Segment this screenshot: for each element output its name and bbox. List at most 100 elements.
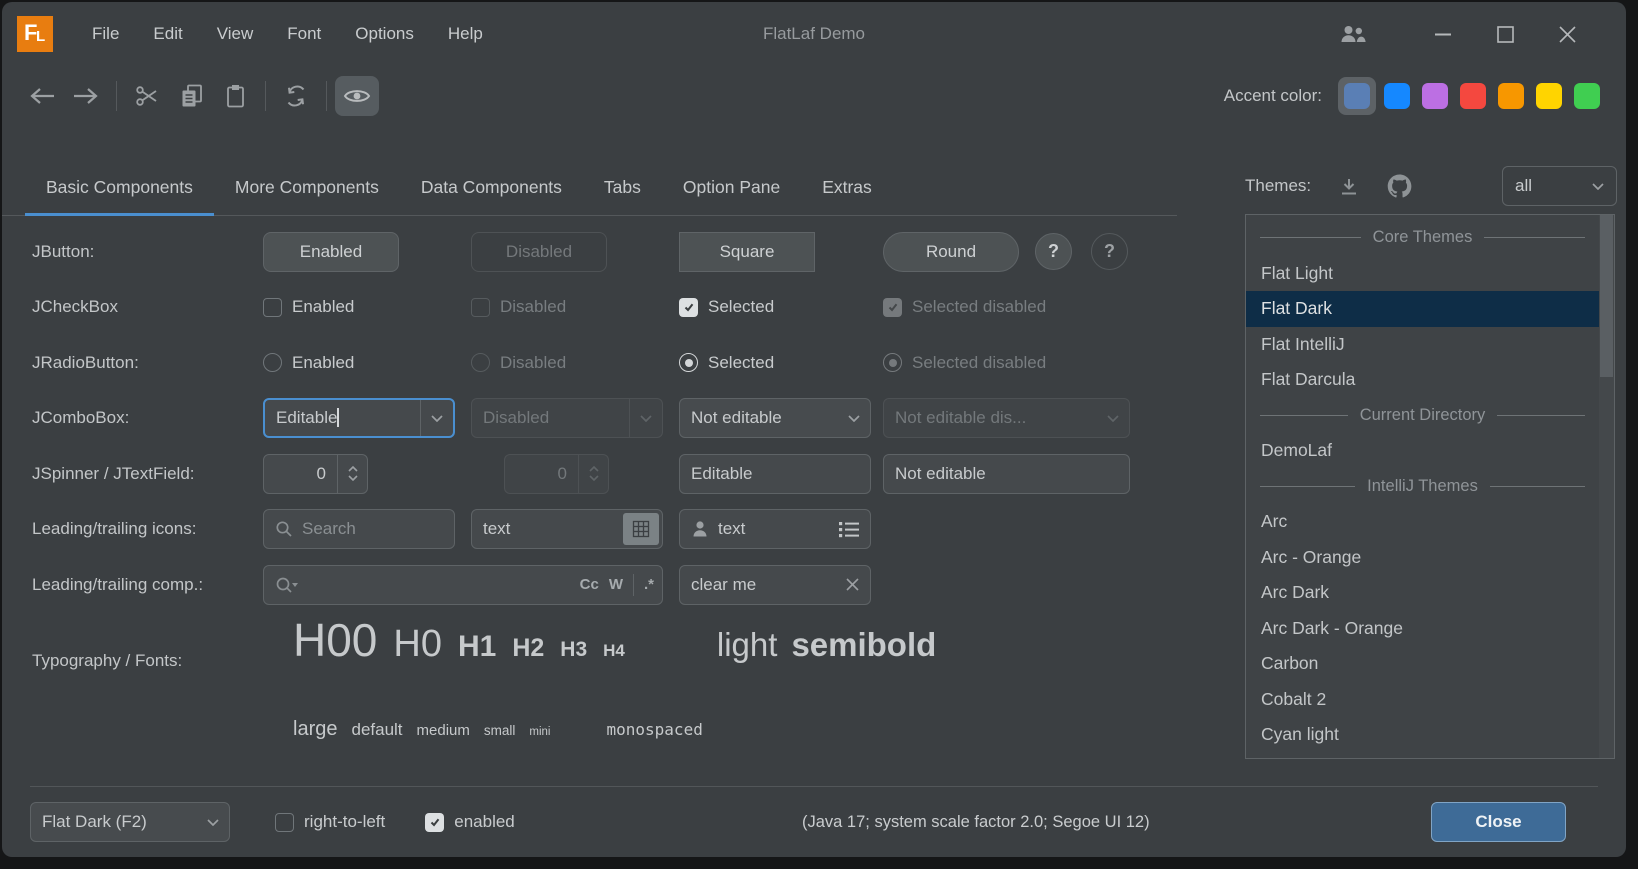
theme-item-arc-dark-orange[interactable]: Arc Dark - Orange bbox=[1246, 611, 1599, 647]
refresh-icon[interactable] bbox=[274, 76, 318, 116]
accent-swatch[interactable] bbox=[1422, 83, 1448, 109]
help-button-2[interactable]: ? bbox=[1091, 233, 1128, 270]
spinner-arrows[interactable] bbox=[337, 455, 367, 493]
forward-icon[interactable] bbox=[64, 76, 108, 116]
accent-swatch[interactable] bbox=[1574, 83, 1600, 109]
chevron-down-icon[interactable] bbox=[837, 399, 870, 437]
accent-swatch[interactable] bbox=[1498, 83, 1524, 109]
theme-item-demolaf[interactable]: DemoLaf bbox=[1246, 433, 1599, 469]
tab-extras[interactable]: Extras bbox=[801, 160, 893, 215]
accent-swatch[interactable] bbox=[1536, 83, 1562, 109]
textfield-editable[interactable]: Editable bbox=[679, 454, 871, 494]
copy-icon[interactable] bbox=[169, 76, 213, 116]
help-button[interactable]: ? bbox=[1035, 233, 1072, 270]
theme-item-flat-dark[interactable]: Flat Dark bbox=[1246, 291, 1599, 327]
right-to-left-checkbox[interactable] bbox=[275, 813, 294, 832]
scrollbar-thumb[interactable] bbox=[1600, 215, 1613, 377]
download-icon[interactable] bbox=[1339, 177, 1359, 196]
app-window: FL File Edit View Font Options Help Flat… bbox=[2, 2, 1626, 857]
search-input-advanced[interactable]: Cc W .* bbox=[263, 565, 663, 605]
menu-help[interactable]: Help bbox=[431, 16, 500, 52]
spinner[interactable]: 0 bbox=[263, 454, 368, 494]
checkbox-selected-disabled bbox=[883, 298, 902, 317]
list-icon[interactable] bbox=[839, 521, 859, 538]
accent-color-picker: Accent color: bbox=[1224, 66, 1606, 126]
regex-button[interactable]: .* bbox=[644, 576, 654, 593]
clear-icon[interactable] bbox=[846, 578, 859, 591]
accent-swatch[interactable] bbox=[1460, 83, 1486, 109]
disabled-button: Disabled bbox=[471, 232, 607, 272]
menu-font[interactable]: Font bbox=[270, 16, 338, 52]
square-button[interactable]: Square bbox=[679, 232, 815, 272]
radio-selected[interactable] bbox=[679, 353, 698, 372]
accent-swatch[interactable] bbox=[1344, 83, 1370, 109]
theme-item-flat-darcula[interactable]: Flat Darcula bbox=[1246, 362, 1599, 398]
search-input[interactable]: Search bbox=[263, 509, 455, 549]
enabled-checkbox[interactable] bbox=[425, 813, 444, 832]
combobox-editable[interactable]: Editable bbox=[263, 398, 455, 438]
basic-components-panel: JButton: Enabled Disabled Square Round ?… bbox=[2, 216, 1192, 755]
radio-enabled[interactable] bbox=[263, 353, 282, 372]
tab-data-components[interactable]: Data Components bbox=[400, 160, 583, 215]
theme-item-carbon[interactable]: Carbon bbox=[1246, 646, 1599, 682]
close-button[interactable]: Close bbox=[1431, 802, 1566, 842]
theme-item-cyan-light[interactable]: Cyan light bbox=[1246, 717, 1599, 753]
maximize-button[interactable] bbox=[1474, 2, 1536, 66]
accent-swatch[interactable] bbox=[1384, 83, 1410, 109]
radio-selected-disabled bbox=[883, 353, 902, 372]
theme-category: Core Themes bbox=[1246, 220, 1599, 256]
themes-filter-combobox[interactable]: all bbox=[1502, 166, 1617, 206]
tab-option-pane[interactable]: Option Pane bbox=[662, 160, 801, 215]
match-case-button[interactable]: Cc bbox=[580, 576, 599, 593]
window-controls bbox=[1322, 2, 1626, 66]
tab-basic-components[interactable]: Basic Components bbox=[25, 160, 214, 215]
minimize-button[interactable] bbox=[1412, 2, 1474, 66]
textfield-not-editable: Not editable bbox=[883, 454, 1130, 494]
search-options-icon[interactable] bbox=[275, 576, 299, 594]
menu-file[interactable]: File bbox=[75, 16, 136, 52]
back-icon[interactable] bbox=[20, 76, 64, 116]
checkbox-selected[interactable] bbox=[679, 298, 698, 317]
close-window-button[interactable] bbox=[1536, 2, 1598, 66]
show-hidden-eye-icon[interactable] bbox=[335, 76, 379, 116]
themes-scrollbar[interactable] bbox=[1599, 215, 1614, 758]
jcombobox-row: JComboBox: Editable Disabled Not editabl… bbox=[2, 391, 1192, 447]
lookandfeel-combobox[interactable]: Flat Dark (F2) bbox=[30, 802, 230, 842]
jcheckbox-label: JCheckBox bbox=[2, 297, 263, 317]
chevron-down-icon[interactable] bbox=[196, 803, 229, 841]
paste-icon[interactable] bbox=[213, 76, 257, 116]
font-sizes-row: large default medium small mini monospac… bbox=[2, 718, 1192, 755]
cut-icon[interactable] bbox=[125, 76, 169, 116]
text-input-table-icon[interactable]: text bbox=[471, 509, 663, 549]
github-icon[interactable] bbox=[1387, 174, 1412, 199]
accent-swatch-selected[interactable] bbox=[1338, 77, 1376, 115]
whole-word-button[interactable]: W bbox=[609, 576, 623, 593]
menu-view[interactable]: View bbox=[200, 16, 271, 52]
titlebar: FL File Edit View Font Options Help Flat… bbox=[2, 2, 1626, 66]
menu-options[interactable]: Options bbox=[338, 16, 431, 52]
typography-row: Typography / Fonts: H00 H0 H1 H2 H3 H4 l… bbox=[2, 613, 1192, 718]
user-icon bbox=[691, 520, 709, 538]
users-icon[interactable] bbox=[1322, 2, 1384, 66]
theme-item-dark-flat[interactable]: Dark Flat bbox=[1246, 753, 1599, 760]
theme-item-arc-dark[interactable]: Arc Dark bbox=[1246, 575, 1599, 611]
clearable-input[interactable]: clear me bbox=[679, 565, 871, 605]
round-button[interactable]: Round bbox=[883, 232, 1019, 272]
theme-item-arc[interactable]: Arc bbox=[1246, 504, 1599, 540]
enabled-button[interactable]: Enabled bbox=[263, 232, 399, 272]
theme-item-arc-orange[interactable]: Arc - Orange bbox=[1246, 540, 1599, 576]
chevron-down-icon[interactable] bbox=[420, 400, 453, 436]
leading-trailing-comp-label: Leading/trailing comp.: bbox=[2, 575, 263, 595]
tab-more-components[interactable]: More Components bbox=[214, 160, 400, 215]
theme-item-flat-intellij[interactable]: Flat IntelliJ bbox=[1246, 327, 1599, 363]
h3-sample: H3 bbox=[560, 638, 587, 662]
theme-item-flat-light[interactable]: Flat Light bbox=[1246, 256, 1599, 292]
text-input-user-icon[interactable]: text bbox=[679, 509, 871, 549]
table-icon[interactable] bbox=[623, 513, 659, 545]
checkbox-enabled[interactable] bbox=[263, 298, 282, 317]
theme-item-cobalt-2[interactable]: Cobalt 2 bbox=[1246, 682, 1599, 718]
tab-tabs[interactable]: Tabs bbox=[583, 160, 662, 215]
jradiobutton-label: JRadioButton: bbox=[2, 353, 263, 373]
menu-edit[interactable]: Edit bbox=[136, 16, 199, 52]
combobox-not-editable[interactable]: Not editable bbox=[679, 398, 871, 438]
